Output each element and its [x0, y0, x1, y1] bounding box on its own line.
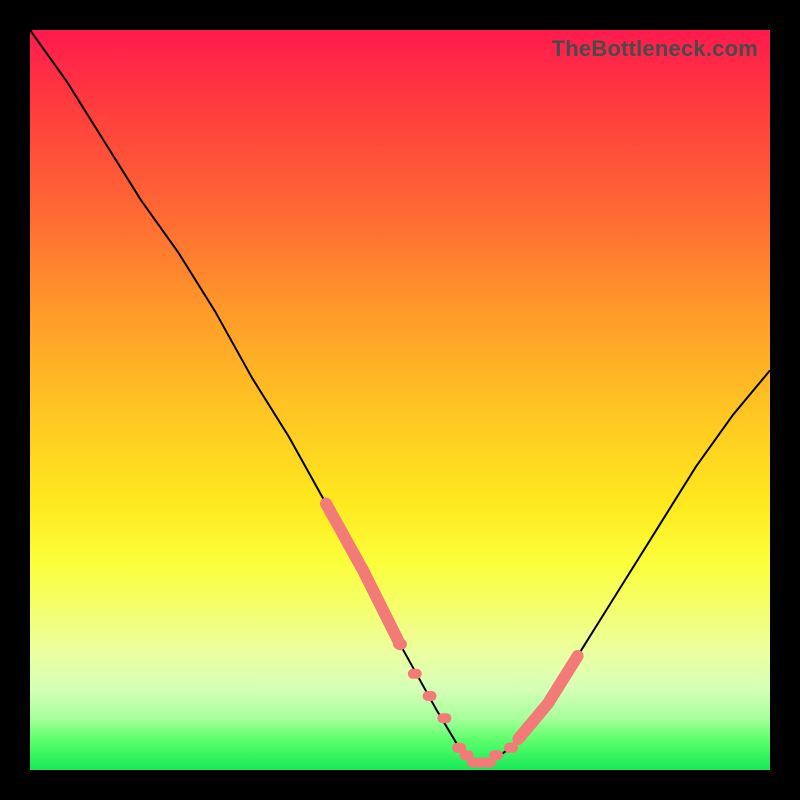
plot-area: TheBottleneck.com	[30, 30, 770, 770]
highlight-segment-1	[518, 656, 577, 739]
highlight-segment-0	[326, 504, 400, 645]
trough-dot	[423, 691, 437, 701]
trough-dot	[437, 713, 451, 723]
trough-dot	[408, 669, 422, 679]
trough-dot	[393, 639, 407, 649]
trough-dot	[489, 750, 503, 760]
bottleneck-curve-svg	[30, 30, 770, 770]
trough-dot	[504, 743, 518, 753]
bottleneck-curve	[30, 30, 770, 763]
curve-group	[30, 30, 770, 768]
chart-frame: TheBottleneck.com	[0, 0, 800, 800]
